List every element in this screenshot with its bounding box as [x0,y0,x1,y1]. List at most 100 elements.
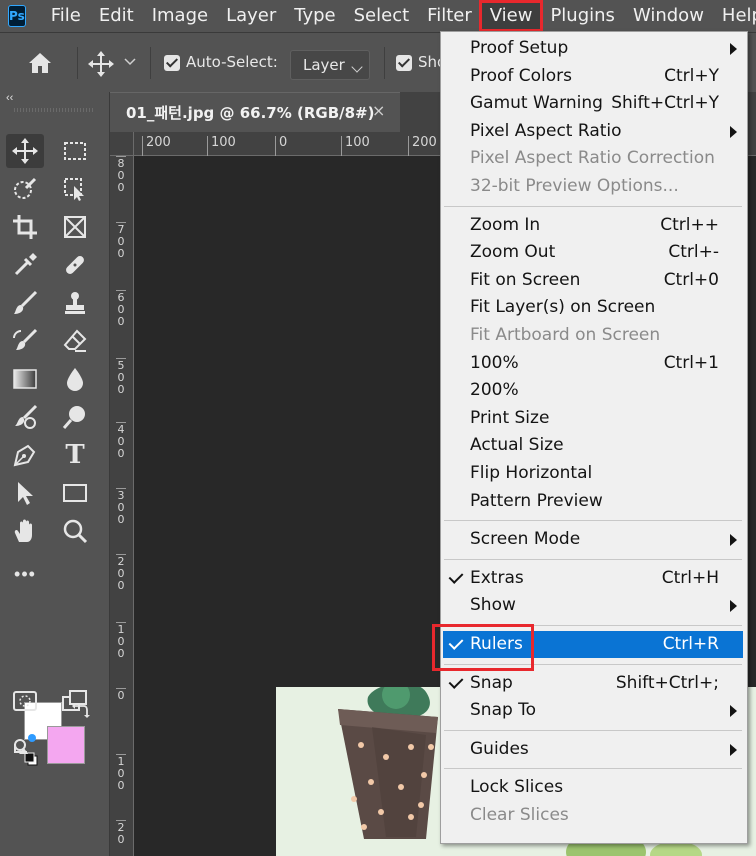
menu-item-shortcut: Ctrl+Y [664,65,719,86]
auto-select-target-dropdown[interactable]: Layer [290,50,370,80]
menu-item-screen-mode[interactable]: Screen Mode [443,526,743,553]
hand-tool[interactable] [6,514,44,548]
menu-item-label: Proof Setup [470,38,569,58]
menu-item-label: Fit Layer(s) on Screen [470,297,656,318]
history-brush-tool[interactable] [6,324,44,358]
object-selection-tool[interactable] [56,172,94,206]
menu-type[interactable]: Type [285,0,344,32]
menu-item-zoom-out[interactable]: Zoom Out Ctrl+- [443,239,743,266]
menu-item-200[interactable]: 200% [443,377,743,404]
menu-item-guides[interactable]: Guides [443,736,743,763]
ruler-tick-digit: 0 [117,383,125,396]
document-tab[interactable]: 01_패턴.jpg @ 66.7% (RGB/8#) × [110,92,400,132]
frame-tool[interactable] [56,210,94,244]
menu-view[interactable]: View [478,0,544,32]
hand-icon [14,519,32,542]
zoom-lens-tool[interactable] [56,400,94,434]
clone-stamp-tool[interactable] [56,286,94,320]
blur-tool[interactable] [56,362,94,396]
ruler-tick-digit: 0 [117,513,125,526]
home-icon[interactable] [28,51,52,75]
menu-item-shortcut: Ctrl++ [660,214,719,235]
quick-mask-button[interactable] [6,684,44,718]
gradient-tool[interactable] [6,362,44,396]
annotation-highlight-box [432,624,534,671]
menu-item-flip-horizontal[interactable]: Flip Horizontal [443,460,743,487]
menu-image[interactable]: Image [143,0,217,32]
menu-filter[interactable]: Filter [418,0,481,32]
show-transform-checkbox[interactable] [396,55,412,71]
quick-selection-tool[interactable] [6,172,44,206]
ruler-tick-label: 100 [341,136,370,156]
generate-image-icon [14,734,36,754]
ruler-origin[interactable] [110,132,134,156]
pen-tool[interactable] [6,438,44,472]
crop-tool[interactable] [6,210,44,244]
menu-item-proof-colors[interactable]: Proof Colors Ctrl+Y [443,63,743,90]
menu-item-label: Extras [470,567,524,588]
path-selection-tool[interactable] [6,476,44,510]
menu-item-clear-slices: Clear Slices [443,802,743,829]
menu-item-100[interactable]: 100% Ctrl+1 [443,350,743,377]
panel-grip[interactable] [14,108,94,112]
edit-toolbar-button[interactable]: ••• [6,562,44,586]
eraser-tool[interactable] [56,324,94,358]
marquee-tool[interactable] [56,134,94,168]
menu-window[interactable]: Window [624,0,713,32]
type-tool[interactable]: T [56,438,94,472]
collapse-panel-icon[interactable]: ‹‹ [6,92,13,104]
vertical-ruler[interactable]: 800700600500400300200100010020 [110,156,134,856]
menu-edit[interactable]: Edit [90,0,143,32]
pen-icon [13,444,36,467]
ruler-tick-label: 200 [116,554,126,592]
photoshop-window: Ps File Edit Image Layer Type Select Fil… [0,0,756,856]
menu-plugins[interactable]: Plugins [541,0,623,32]
options-divider [384,47,385,79]
paint-bucket-tool[interactable] [6,400,44,434]
eyedropper-tool[interactable] [6,248,44,282]
ruler-tick-label: 0 [275,136,287,156]
chevron-down-icon[interactable] [124,57,136,67]
ruler-tick-label: 100 [116,754,126,792]
menu-layer[interactable]: Layer [217,0,285,32]
menu-item-pattern-preview[interactable]: Pattern Preview [443,488,743,515]
menu-item-label: Snap [470,672,513,693]
menu-item-fit-layer-s-on-screen[interactable]: Fit Layer(s) on Screen [443,294,743,321]
submenu-arrow-icon [730,705,737,718]
menu-item-label: Fit on Screen [470,269,581,290]
menu-file[interactable]: File [42,0,90,32]
menu-item-label: Gamut Warning [470,93,603,114]
menu-help[interactable]: Help [713,0,756,32]
magnifier-filled-icon [62,406,85,429]
ruler-tick-label: 0 [116,688,126,702]
menu-item-lock-slices[interactable]: Lock Slices [443,774,743,801]
menu-item-label: Snap To [470,700,537,721]
menu-item-proof-setup[interactable]: Proof Setup [443,35,743,62]
menu-item-print-size[interactable]: Print Size [443,405,743,432]
menu-select[interactable]: Select [345,0,419,32]
menu-item-zoom-in[interactable]: Zoom In Ctrl++ [443,212,743,239]
rectangle-tool[interactable] [56,476,94,510]
menu-item-extras[interactable]: Extras Ctrl+H [443,565,743,592]
generative-fill-button[interactable] [6,728,44,762]
menu-item-shortcut: Shift+Ctrl+; [615,672,719,693]
menu-item-pixel-aspect-ratio[interactable]: Pixel Aspect Ratio [443,118,743,145]
menu-item-actual-size[interactable]: Actual Size [443,432,743,459]
menu-item-show[interactable]: Show [443,592,743,619]
healing-brush-tool[interactable] [56,248,94,282]
menu-item-snap-to[interactable]: Snap To [443,697,743,724]
move-tool[interactable] [6,134,44,168]
menu-item-gamut-warning[interactable]: Gamut Warning Shift+Ctrl+Y [443,90,743,117]
menu-item-fit-on-screen[interactable]: Fit on Screen Ctrl+0 [443,267,743,294]
rectangular-marquee-icon [64,142,86,160]
screen-mode-button[interactable] [56,684,94,718]
move-tool-icon[interactable] [88,51,114,77]
object-selection-icon [64,178,84,201]
background-color-swatch[interactable] [47,726,85,764]
brush-tool[interactable] [6,286,44,320]
auto-select-checkbox[interactable] [164,55,180,71]
zoom-tool[interactable] [56,514,94,548]
menu-item-snap[interactable]: Snap Shift+Ctrl+; [443,670,743,697]
close-icon[interactable]: × [372,101,385,120]
ruler-tick-digit: 0 [117,689,125,702]
